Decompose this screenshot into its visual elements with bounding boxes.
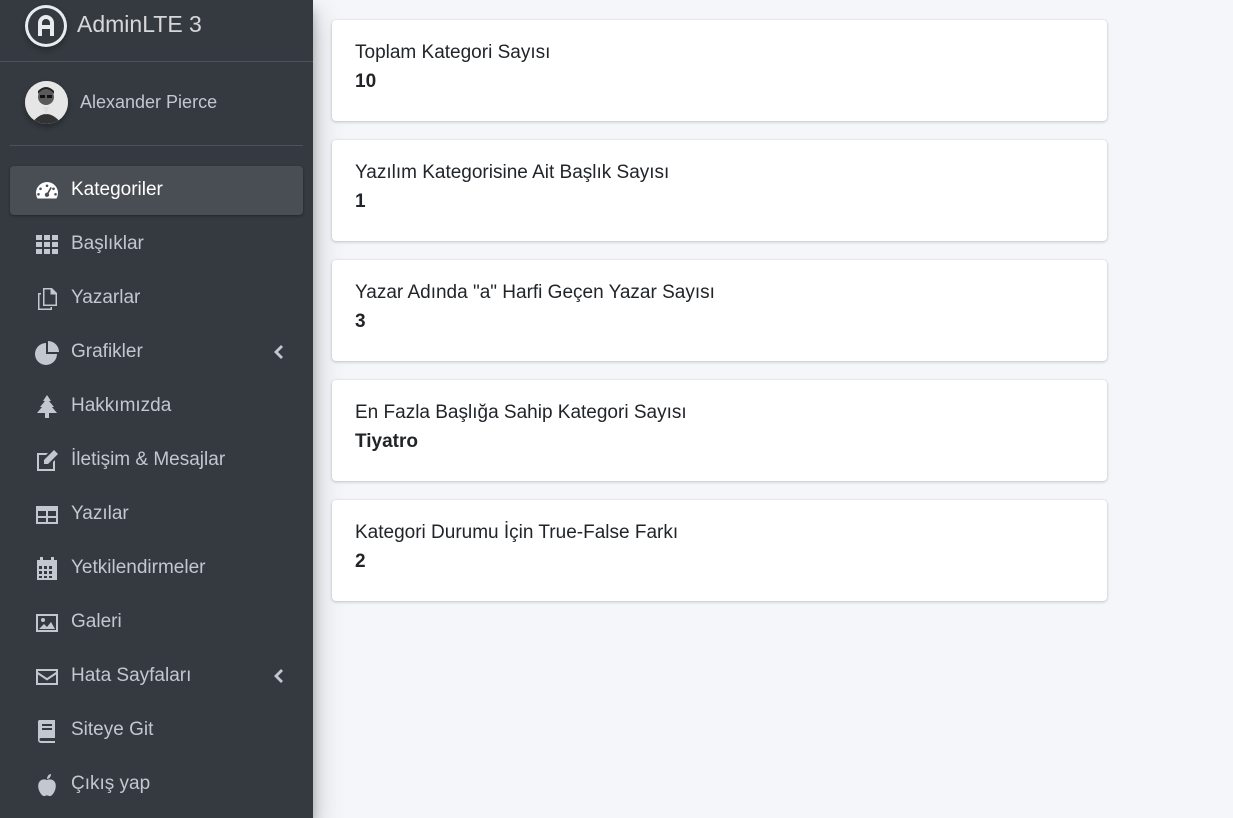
sidebar-item-label: Hata Sayfaları xyxy=(71,665,192,686)
sidebar-item-label: Grafikler xyxy=(71,341,143,362)
sidebar-item-label: Galeri xyxy=(71,611,122,632)
tachometer-icon xyxy=(34,178,60,204)
stat-value: 3 xyxy=(355,311,366,332)
sidebar-item-cikis-yap[interactable]: Çıkış yap xyxy=(10,760,303,809)
stat-value: 2 xyxy=(355,551,366,572)
stat-value: 1 xyxy=(355,191,366,212)
sidebar-item-iletisim[interactable]: İletişim & Mesajlar xyxy=(10,436,303,485)
table-icon xyxy=(34,502,60,528)
sidebar-item-hakkimizda[interactable]: Hakkımızda xyxy=(10,382,303,431)
avatar[interactable] xyxy=(25,81,68,124)
sidebar-item-label: Çıkış yap xyxy=(71,773,151,794)
grid-icon xyxy=(34,232,60,258)
sidebar-item-kategoriler[interactable]: Kategoriler xyxy=(10,166,303,215)
sidebar-item-label: Kategoriler xyxy=(71,179,163,200)
adminlte-logo-icon xyxy=(25,5,67,47)
sidebar-item-yetkilendirmeler[interactable]: Yetkilendirmeler xyxy=(10,544,303,593)
sidebar-item-label: Yazılar xyxy=(71,503,129,524)
tree-icon xyxy=(34,394,60,420)
pie-chart-icon xyxy=(34,340,60,366)
chevron-left-icon[interactable] xyxy=(270,667,286,685)
stat-label: Kategori Durumu İçin True-False Farkı xyxy=(355,522,679,543)
user-name[interactable]: Alexander Pierce xyxy=(80,92,217,113)
stat-label: Toplam Kategori Sayısı xyxy=(355,42,551,63)
stat-card-toplam-kategori: Toplam Kategori Sayısı 10 xyxy=(332,20,1107,121)
sidebar-item-siteye-git[interactable]: Siteye Git xyxy=(10,706,303,755)
sidebar-item-label: Yazarlar xyxy=(71,287,141,308)
sidebar-item-galeri[interactable]: Galeri xyxy=(10,598,303,647)
chevron-left-icon[interactable] xyxy=(270,343,286,361)
image-icon xyxy=(34,610,60,636)
stat-value: Tiyatro xyxy=(355,431,419,452)
stat-card-true-false-farki: Kategori Durumu İçin True-False Farkı 2 xyxy=(332,500,1107,601)
sidebar-item-label: Hakkımızda xyxy=(71,395,172,416)
sidebar-item-basliklar[interactable]: Başlıklar xyxy=(10,220,303,269)
sidebar-nav: Kategoriler Başlıklar Yazarlar Grafikler xyxy=(10,166,303,814)
stat-card-en-fazla-baslik: En Fazla Başlığa Sahip Kategori Sayısı T… xyxy=(332,380,1107,481)
book-icon xyxy=(34,718,60,744)
stat-label: En Fazla Başlığa Sahip Kategori Sayısı xyxy=(355,402,687,423)
sidebar-item-yazarlar[interactable]: Yazarlar xyxy=(10,274,303,323)
sidebar-item-label: Yetkilendirmeler xyxy=(71,557,206,578)
brand-link[interactable]: AdminLTE 3 xyxy=(0,0,313,62)
stat-label: Yazılım Kategorisine Ait Başlık Sayısı xyxy=(355,162,670,183)
apple-icon xyxy=(34,772,60,798)
copy-icon xyxy=(34,286,60,312)
stat-card-yazar-a-harfi: Yazar Adında "a" Harfi Geçen Yazar Sayıs… xyxy=(332,260,1107,361)
sidebar-item-hata-sayfalari[interactable]: Hata Sayfaları xyxy=(10,652,303,701)
sidebar-item-label: Siteye Git xyxy=(71,719,154,740)
edit-icon xyxy=(34,448,60,474)
calendar-icon xyxy=(34,556,60,582)
stat-card-yazilim-baslik: Yazılım Kategorisine Ait Başlık Sayısı 1 xyxy=(332,140,1107,241)
envelope-icon xyxy=(34,664,60,690)
sidebar-item-label: Başlıklar xyxy=(71,233,144,254)
sidebar-item-label: İletişim & Mesajlar xyxy=(71,449,226,470)
user-panel[interactable]: Alexander Pierce xyxy=(10,62,303,146)
main-sidebar: AdminLTE 3 Alexander Pierce Kategoriler xyxy=(0,0,313,818)
stat-label: Yazar Adında "a" Harfi Geçen Yazar Sayıs… xyxy=(355,282,715,303)
brand-title: AdminLTE 3 xyxy=(77,11,202,37)
content-wrapper: Toplam Kategori Sayısı 10 Yazılım Katego… xyxy=(313,0,1233,818)
stat-value: 10 xyxy=(355,71,377,92)
sidebar-item-yazilar[interactable]: Yazılar xyxy=(10,490,303,539)
sidebar-item-grafikler[interactable]: Grafikler xyxy=(10,328,303,377)
